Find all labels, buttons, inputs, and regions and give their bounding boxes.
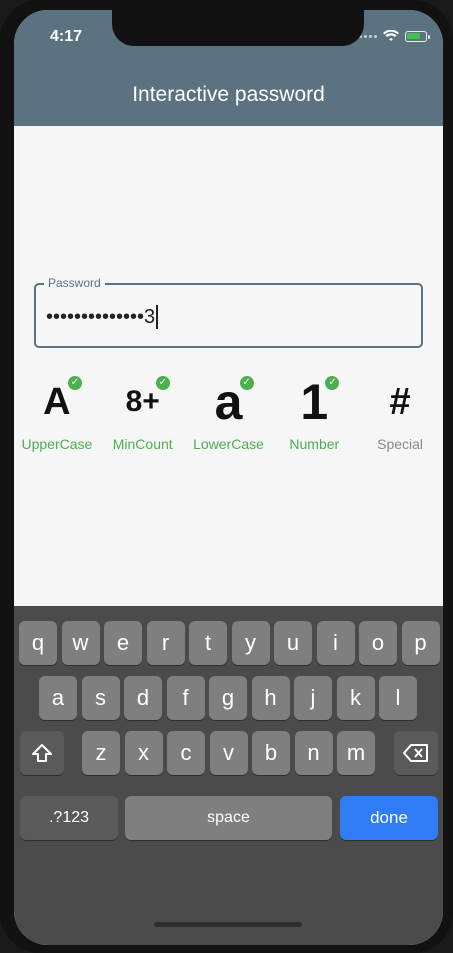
device-notch (112, 10, 364, 46)
home-indicator (154, 922, 302, 927)
key-m[interactable]: m (337, 731, 375, 775)
password-criteria: A ✓ UpperCase 8+ ✓ MinCount a ✓ LowerCas… (14, 370, 443, 452)
criterion-mincount: 8+ ✓ MinCount (100, 370, 186, 452)
phone-frame: 4:17 Interactive password Password •••••… (0, 0, 453, 953)
key-p[interactable]: p (401, 621, 440, 665)
key-z[interactable]: z (82, 731, 120, 775)
shift-key[interactable] (20, 731, 64, 775)
space-key[interactable]: space (125, 796, 332, 840)
on-screen-keyboard: .?123 space done qwertyuiop asdfghjkl zxcv… (14, 606, 443, 945)
numbers-key[interactable]: .?123 (20, 796, 118, 840)
key-u[interactable]: u (274, 621, 312, 665)
key-e[interactable]: e (104, 621, 142, 665)
battery-icon (405, 30, 430, 42)
mincount-label: MinCount (112, 436, 173, 452)
criterion-number: 1 ✓ Number (271, 370, 357, 452)
key-k[interactable]: k (336, 676, 375, 720)
text-caret (156, 305, 159, 329)
uppercase-symbol: A (43, 381, 71, 423)
status-icons (359, 30, 430, 42)
shift-icon (32, 744, 52, 762)
mincount-symbol: 8+ (125, 385, 160, 418)
backspace-key[interactable] (394, 731, 438, 775)
key-v[interactable]: v (209, 731, 248, 775)
key-t[interactable]: t (189, 621, 227, 665)
wifi-icon (383, 30, 399, 41)
lowercase-symbol: a (214, 374, 243, 430)
key-w[interactable]: w (61, 621, 100, 665)
criterion-lowercase: a ✓ LowerCase (186, 370, 272, 452)
number-label: Number (289, 436, 340, 452)
key-f[interactable]: f (166, 676, 205, 720)
password-label: Password (44, 276, 105, 290)
backspace-icon (403, 744, 428, 762)
key-c[interactable]: c (167, 731, 205, 775)
number-symbol: 1 (300, 374, 329, 430)
key-r[interactable]: r (146, 621, 185, 665)
criterion-uppercase: A ✓ UpperCase (14, 370, 100, 452)
key-h[interactable]: h (251, 676, 290, 720)
special-label: Special (377, 436, 424, 452)
status-time: 4:17 (50, 28, 83, 45)
key-g[interactable]: g (209, 676, 247, 720)
key-o[interactable]: o (359, 621, 397, 665)
checkmark-icon: ✓ (155, 376, 170, 390)
key-d[interactable]: d (124, 676, 162, 720)
checkmark-icon: ✓ (239, 376, 254, 390)
uppercase-label: UpperCase (21, 436, 93, 452)
key-l[interactable]: l (379, 676, 417, 720)
key-y[interactable]: y (231, 621, 270, 665)
done-key[interactable]: done (340, 796, 438, 840)
key-i[interactable]: i (316, 621, 355, 665)
key-x[interactable]: x (124, 731, 163, 775)
screen: 4:17 Interactive password Password •••••… (14, 10, 443, 945)
special-symbol: # (389, 381, 411, 423)
key-n[interactable]: n (294, 731, 333, 775)
lowercase-label: LowerCase (193, 436, 264, 452)
checkmark-icon: ✓ (68, 376, 82, 390)
key-s[interactable]: s (81, 676, 120, 720)
key-q[interactable]: q (19, 621, 57, 665)
signal-icon (359, 34, 377, 38)
criterion-special: # Special (357, 370, 443, 452)
key-b[interactable]: b (252, 731, 290, 775)
password-input[interactable]: Password ••••••••••••••3 (34, 276, 423, 348)
password-value: ••••••••••••••3 (46, 305, 156, 328)
key-j[interactable]: j (294, 676, 332, 720)
page-title: Interactive password (132, 83, 325, 106)
key-a[interactable]: a (39, 676, 77, 720)
